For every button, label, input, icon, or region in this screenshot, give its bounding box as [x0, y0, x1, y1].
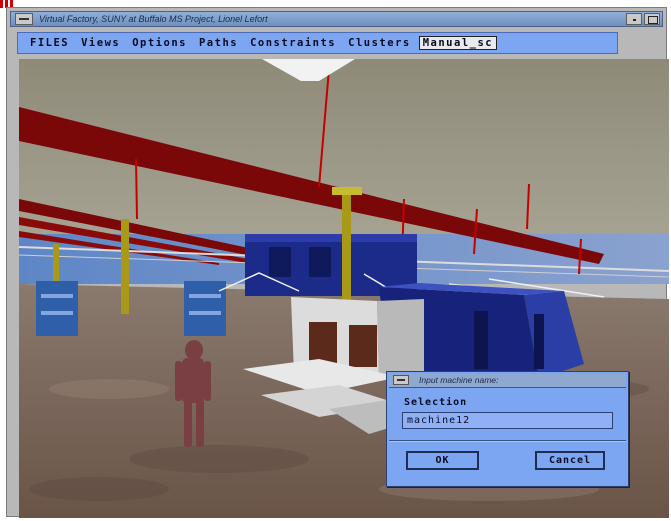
menu-manual-sc[interactable]: Manual_sc: [418, 36, 498, 50]
menu-options[interactable]: Options: [132, 37, 187, 49]
selection-label: Selection: [404, 397, 468, 408]
minimize-icon[interactable]: [626, 13, 642, 25]
title-bar[interactable]: Virtual Factory, SUNY at Buffalo MS Proj…: [10, 11, 663, 27]
ok-button[interactable]: OK: [406, 451, 479, 470]
window-menu-icon[interactable]: [15, 13, 33, 25]
dialog-title: Input machine name:: [419, 375, 499, 385]
menu-paths[interactable]: Paths: [199, 37, 238, 49]
menu-bar: FILES Views Options Paths Constraints Cl…: [17, 32, 618, 54]
menu-constraints[interactable]: Constraints: [250, 37, 336, 49]
menu-files[interactable]: FILES: [30, 37, 69, 49]
input-machine-dialog: Input machine name: Selection OK Cancel: [386, 371, 629, 487]
dialog-separator: [389, 440, 626, 442]
machine-name-input[interactable]: [402, 412, 613, 429]
cancel-button[interactable]: Cancel: [535, 451, 605, 470]
dialog-menu-icon[interactable]: [393, 375, 409, 385]
menu-clusters[interactable]: Clusters: [348, 37, 411, 49]
menu-views[interactable]: Views: [81, 37, 120, 49]
dialog-title-bar[interactable]: Input machine name:: [389, 374, 626, 388]
maximize-icon[interactable]: [644, 13, 660, 25]
window-title: Virtual Factory, SUNY at Buffalo MS Proj…: [39, 14, 268, 24]
